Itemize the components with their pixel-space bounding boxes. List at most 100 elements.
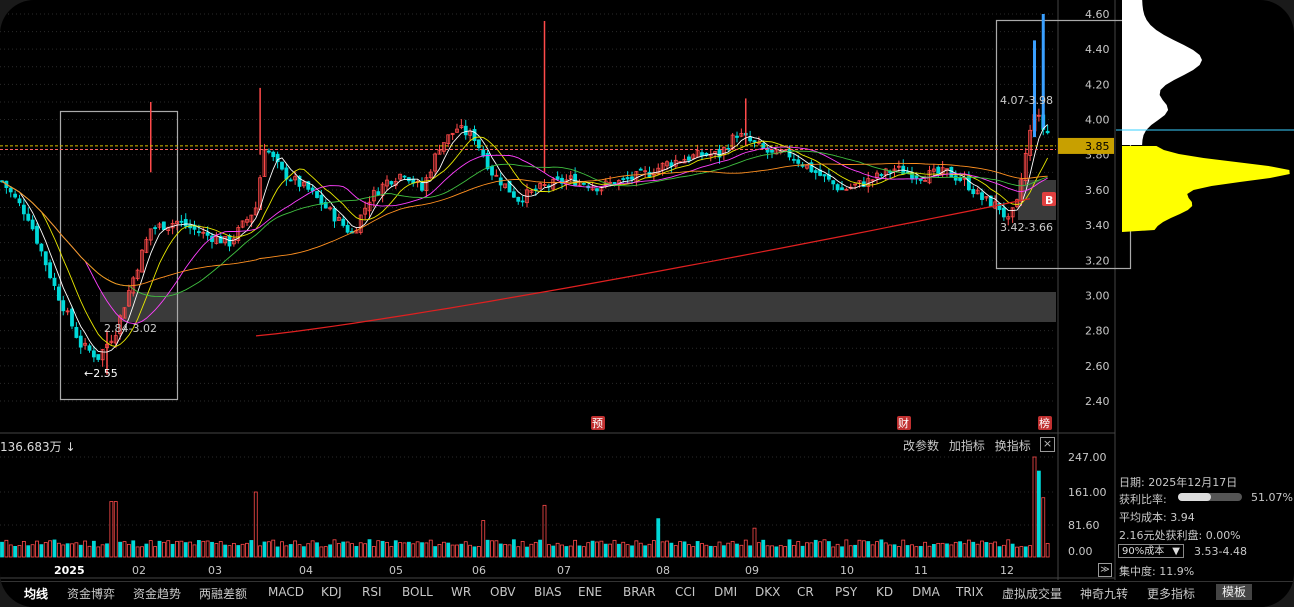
tab-indicator-16[interactable]: CR <box>797 585 814 599</box>
candle-body <box>26 213 31 221</box>
volume-bar <box>826 541 831 558</box>
tab-indicator-17[interactable]: PSY <box>835 585 857 599</box>
tab-indicator-21[interactable]: 虚拟成交量 <box>1002 585 1062 602</box>
tab-indicator-5[interactable]: KDJ <box>321 585 342 599</box>
volume-bar <box>831 546 836 558</box>
candle-body <box>971 188 976 195</box>
volume-bar <box>61 544 66 558</box>
volume-bar <box>822 539 827 558</box>
candle-body <box>43 251 48 266</box>
volume-bar <box>17 545 22 558</box>
candle-body <box>341 218 346 226</box>
tab-indicator-18[interactable]: KD <box>876 585 893 599</box>
tab-indicator-1[interactable]: 资金博弈 <box>67 585 115 602</box>
volume-bar <box>787 539 792 558</box>
volume-bar <box>560 544 564 558</box>
tab-indicator-20[interactable]: TRIX <box>956 585 983 599</box>
volume-bar <box>1041 497 1046 558</box>
add-indicator-button[interactable]: 加指标 <box>949 439 985 453</box>
volume-bar <box>1019 546 1024 558</box>
candlestick-chart[interactable]: 4.604.404.204.003.803.603.403.203.002.80… <box>0 0 1294 607</box>
candle-body <box>621 178 626 180</box>
volume-bar <box>297 544 302 558</box>
volume-bar <box>616 543 621 558</box>
tab-indicator-12[interactable]: BRAR <box>623 585 656 599</box>
candle-body <box>752 140 757 143</box>
tab-indicator-14[interactable]: DMI <box>714 585 737 599</box>
volume-bar <box>35 540 39 558</box>
volume-tick-label: 161.00 <box>1068 486 1107 499</box>
edit-params-button[interactable]: 改参数 <box>903 439 939 453</box>
volume-bar <box>848 545 853 558</box>
month-tick-label: 2025 <box>54 564 85 577</box>
volume-bar <box>669 542 674 558</box>
tab-indicator-8[interactable]: WR <box>451 585 471 599</box>
close-icon[interactable]: × <box>1040 437 1055 452</box>
volume-bar <box>437 544 442 558</box>
stock-chart-window: 4.60 4.40 4.20 4.00 3.80 3.60 3.40 3.20 3.00 2.80… <box>0 0 1294 607</box>
volume-bar <box>656 518 661 558</box>
volume-bar <box>730 540 735 558</box>
volume-bar <box>861 540 866 558</box>
volume-bar <box>21 541 26 558</box>
tab-indicator-0[interactable]: 均线 <box>24 585 48 602</box>
volume-bar <box>1010 543 1015 558</box>
tab-indicator-19[interactable]: DMA <box>912 585 940 599</box>
scroll-right-icon[interactable]: ≫ <box>1098 563 1112 577</box>
tab-indicator-6[interactable]: RSI <box>362 585 382 599</box>
tab-indicator-13[interactable]: CCI <box>675 585 695 599</box>
moving-average-line <box>1 162 1048 287</box>
price-tick-label: 2.40 <box>1085 395 1110 408</box>
volume-bar <box>170 543 175 558</box>
candle-body <box>8 187 13 193</box>
volume-bar <box>1028 545 1033 558</box>
tab-indicator-3[interactable]: 两融差额 <box>199 585 247 602</box>
switch-indicator-button[interactable]: 换指标 <box>995 439 1031 453</box>
candle-body <box>280 161 284 170</box>
tab-indicator-7[interactable]: BOLL <box>402 585 433 599</box>
volume-bar <box>319 546 324 558</box>
tab-indicator-4[interactable]: MACD <box>268 585 304 599</box>
candle-body <box>96 354 101 360</box>
candle-body <box>183 219 188 227</box>
volume-bar <box>791 545 796 558</box>
volume-bar <box>113 501 118 558</box>
volume-bar <box>997 546 1002 558</box>
tab-indicator-23[interactable]: 更多指标 <box>1147 585 1195 602</box>
template-button[interactable]: 模板 <box>1216 584 1252 600</box>
tab-indicator-15[interactable]: DKX <box>755 585 780 599</box>
volume-bar <box>533 541 538 558</box>
selection-box-left[interactable] <box>59 110 179 401</box>
candle-body <box>511 191 516 198</box>
volume-bar <box>175 540 179 558</box>
buy-signal-text: B <box>1045 194 1053 207</box>
price-tick-label: 2.80 <box>1085 325 1110 338</box>
volume-bar <box>700 543 704 558</box>
month-tick-label: 12 <box>1000 564 1014 577</box>
volume-bar <box>367 539 372 558</box>
candle-body <box>319 194 324 205</box>
volume-bar <box>275 546 280 558</box>
volume-bar <box>1015 546 1019 558</box>
volume-bar <box>883 542 888 558</box>
volume-bar <box>91 540 96 558</box>
volume-bar <box>805 542 809 558</box>
volume-bar <box>288 544 293 558</box>
candle-body <box>918 179 923 181</box>
candle-body <box>840 187 844 191</box>
volume-bar <box>157 540 162 558</box>
tab-indicator-11[interactable]: ENE <box>578 585 602 599</box>
current-price-value: 3.85 <box>1085 140 1110 153</box>
tab-indicator-10[interactable]: BIAS <box>534 585 562 599</box>
month-tick-label: 02 <box>132 564 146 577</box>
chip-range-band <box>100 292 1056 322</box>
tab-indicator-9[interactable]: OBV <box>490 585 516 599</box>
volume-bar <box>949 544 954 558</box>
tab-indicator-22[interactable]: 神奇九转 <box>1080 585 1128 602</box>
volume-bar <box>870 544 875 558</box>
candle-body <box>879 174 884 176</box>
volume-bar <box>420 542 424 558</box>
cost-percent-select[interactable]: 90%成本 ▼ <box>1118 544 1184 558</box>
tab-indicator-2[interactable]: 资金趋势 <box>133 585 181 602</box>
volume-bar <box>293 540 298 558</box>
